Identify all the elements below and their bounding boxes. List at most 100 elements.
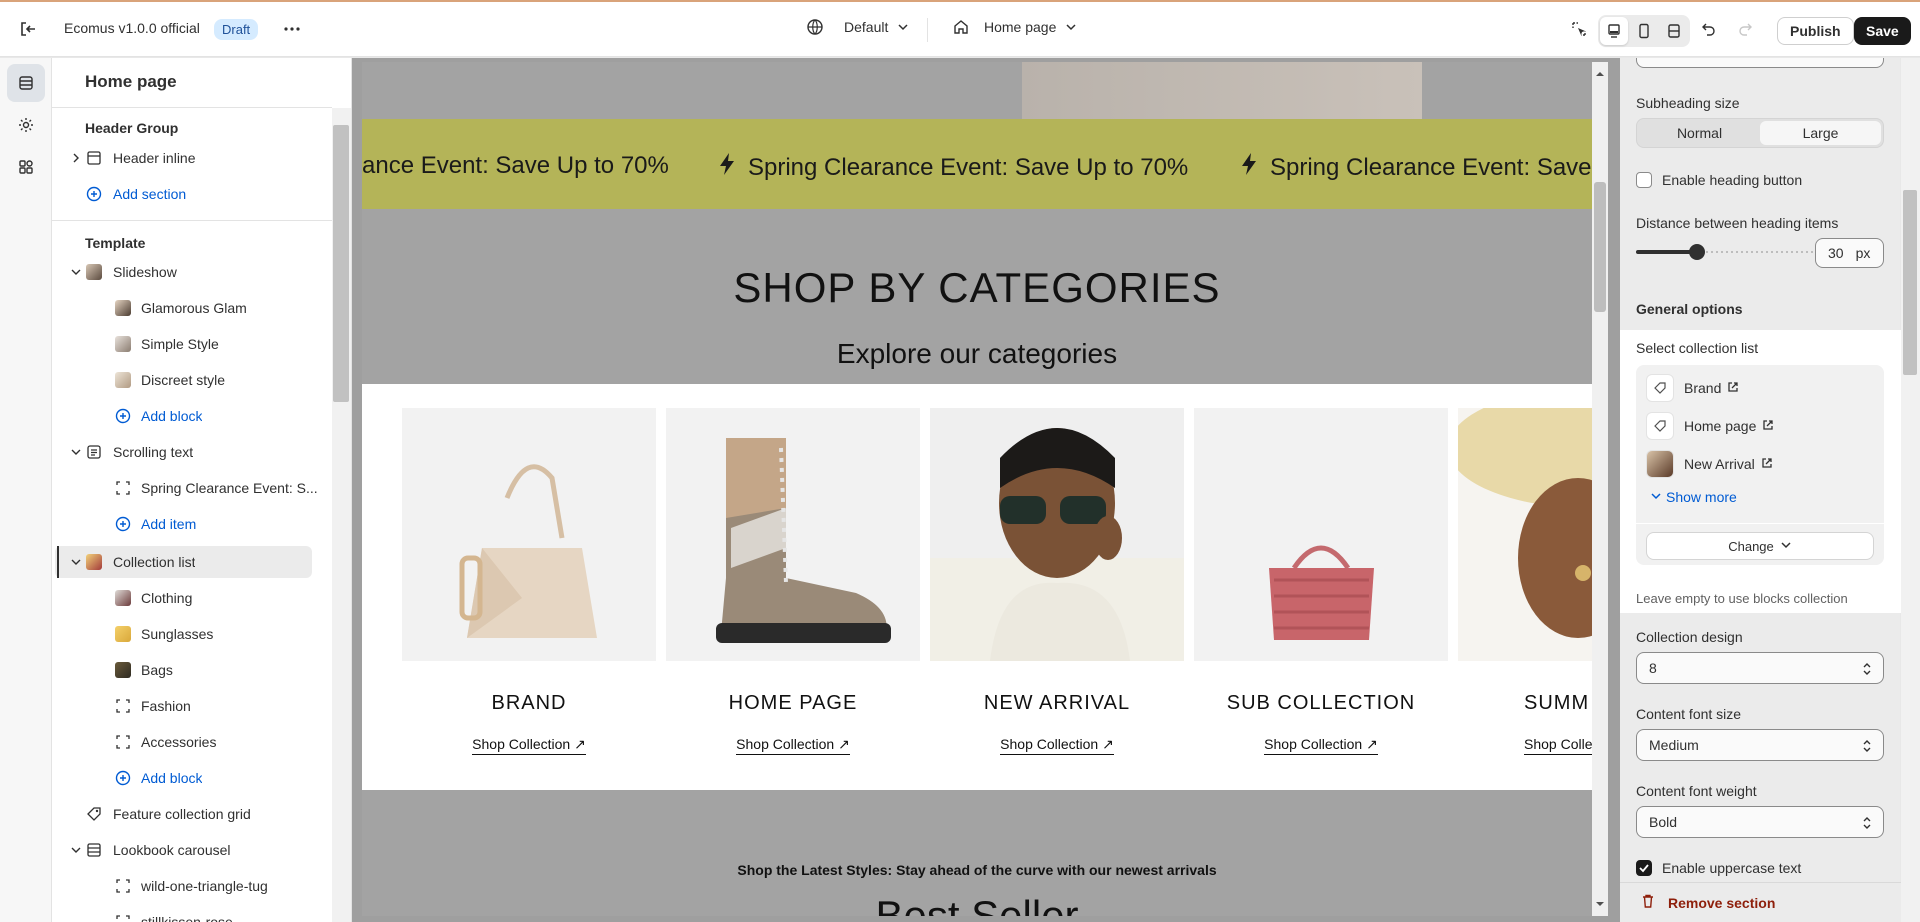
- section-row-lookbook-carousel[interactable]: Lookbook carousel: [52, 832, 332, 868]
- store-preview[interactable]: ance Event: Save Up to 70% Spring Cleara…: [362, 62, 1592, 916]
- text-section-icon: [86, 444, 102, 460]
- shop-collection-link[interactable]: Shop Collection ↗: [930, 736, 1184, 755]
- block-label: Fashion: [141, 698, 191, 714]
- block-row[interactable]: Discreet style: [52, 362, 332, 398]
- undo-icon[interactable]: [1700, 20, 1718, 38]
- marquee-text: ance Event: Save Up to 70%: [362, 152, 669, 179]
- change-button[interactable]: Change: [1646, 532, 1874, 560]
- enable-uppercase-checkbox[interactable]: Enable uppercase text: [1636, 860, 1801, 876]
- collection-design-select[interactable]: 8: [1636, 652, 1884, 684]
- collection-tag-icon: [1646, 374, 1674, 402]
- collection-card-title: SUMM: [1524, 692, 1590, 714]
- section-row-collection-list[interactable]: Collection list: [52, 544, 332, 580]
- save-button[interactable]: Save: [1854, 17, 1911, 45]
- tag-icon: [86, 806, 102, 822]
- section-row-scrolling-text[interactable]: Scrolling text: [52, 434, 332, 470]
- content-font-size-select[interactable]: Medium: [1636, 729, 1884, 761]
- block-row[interactable]: Bags: [52, 652, 332, 688]
- settings-gear-icon[interactable]: [7, 106, 45, 144]
- settings-scrollbar-thumb[interactable]: [1903, 190, 1917, 375]
- remove-section-button[interactable]: Remove section: [1620, 882, 1902, 922]
- slideshow-thumbnail: [86, 264, 102, 280]
- chevron-down-icon[interactable]: [68, 264, 84, 280]
- marquee-text: Spring Clearance Event: Save Up to 70%: [748, 153, 1189, 181]
- desktop-icon[interactable]: [1600, 17, 1628, 45]
- enable-heading-button-checkbox[interactable]: Enable heading button: [1636, 172, 1802, 188]
- collection-item-new-arrival[interactable]: New Arrival: [1646, 449, 1773, 479]
- distance-input[interactable]: 30 px: [1815, 238, 1884, 268]
- mobile-icon[interactable]: [1630, 17, 1658, 45]
- publish-button[interactable]: Publish: [1777, 17, 1854, 45]
- exit-icon[interactable]: [18, 19, 38, 39]
- block-row[interactable]: Accessories: [52, 724, 332, 760]
- divider: [927, 18, 928, 42]
- header-layout-icon: [86, 150, 102, 166]
- lightning-icon: [1240, 152, 1258, 183]
- external-link-icon[interactable]: [1762, 418, 1774, 434]
- external-link-icon[interactable]: [1761, 456, 1773, 472]
- chevron-down-icon[interactable]: [68, 842, 84, 858]
- external-link-icon[interactable]: [1727, 380, 1739, 396]
- chevron-down-icon: [1650, 489, 1662, 505]
- lightning-icon: [718, 152, 736, 183]
- collection-card-image[interactable]: [1458, 408, 1592, 661]
- shop-collection-link[interactable]: Shop Collection ↗: [666, 736, 920, 755]
- fullscreen-icon[interactable]: [1660, 17, 1688, 45]
- collection-item-brand[interactable]: Brand: [1646, 373, 1739, 403]
- chevron-right-icon[interactable]: [68, 150, 84, 166]
- size-option-normal[interactable]: Normal: [1639, 121, 1760, 145]
- block-row[interactable]: Spring Clearance Event: S...: [52, 470, 332, 506]
- show-more-button[interactable]: Show more: [1650, 489, 1737, 505]
- chevron-down-icon[interactable]: [68, 554, 84, 570]
- add-block-button[interactable]: Add block: [52, 398, 332, 434]
- link-text: Shop Collection: [472, 736, 571, 752]
- content-font-weight-select[interactable]: Bold: [1636, 806, 1884, 838]
- input-field-fragment[interactable]: [1636, 58, 1884, 68]
- scroll-down-icon[interactable]: [1592, 896, 1608, 912]
- apps-icon[interactable]: [7, 148, 45, 186]
- collection-card-image[interactable]: [666, 408, 920, 661]
- page-selector[interactable]: Home page: [952, 18, 1078, 36]
- slider-handle[interactable]: [1689, 244, 1705, 260]
- slideshow-image-fragment: [1022, 62, 1422, 119]
- settings-scrollbar[interactable]: [1901, 58, 1920, 922]
- sections-icon[interactable]: [7, 64, 45, 102]
- checkbox[interactable]: [1636, 172, 1652, 188]
- block-label: Glamorous Glam: [141, 300, 247, 316]
- section-row-feature-collection-grid[interactable]: Feature collection grid: [52, 796, 332, 832]
- marquee-item: Spring Clearance Event: Save: [1240, 152, 1592, 183]
- chevron-down-icon[interactable]: [68, 444, 84, 460]
- collection-card-image[interactable]: [1194, 408, 1448, 661]
- locale-selector[interactable]: Default: [806, 18, 910, 36]
- shop-collection-link[interactable]: Shop Collection ↗: [1194, 736, 1448, 755]
- shop-collection-link[interactable]: Shop Collection ↗: [402, 736, 656, 755]
- preview-scrollbar-thumb[interactable]: [1594, 182, 1606, 312]
- block-row[interactable]: stillkissen-rose: [52, 904, 332, 922]
- add-block-button[interactable]: Add block: [52, 760, 332, 796]
- inspector-icon[interactable]: [1570, 20, 1588, 38]
- collection-list-preview[interactable]: BRAND HOME PAGE NEW ARRIVAL SUB COLLECTI…: [362, 384, 1592, 790]
- shop-collection-link[interactable]: Shop Colle: [1458, 736, 1592, 755]
- block-row[interactable]: Sunglasses: [52, 616, 332, 652]
- page-title: Home page: [85, 72, 177, 91]
- section-row-slideshow[interactable]: Slideshow: [52, 254, 332, 290]
- more-horizontal-icon[interactable]: [282, 19, 302, 39]
- scroll-up-icon[interactable]: [1592, 66, 1608, 82]
- add-item-button[interactable]: Add item: [52, 506, 332, 542]
- section-row-header-inline[interactable]: Header inline: [52, 140, 332, 176]
- collection-card-image[interactable]: [930, 408, 1184, 661]
- block-row[interactable]: Simple Style: [52, 326, 332, 362]
- size-option-large[interactable]: Large: [1760, 121, 1881, 145]
- block-row[interactable]: Glamorous Glam: [52, 290, 332, 326]
- collection-card-image[interactable]: [402, 408, 656, 661]
- checkbox[interactable]: [1636, 860, 1652, 876]
- distance-slider[interactable]: [1636, 242, 1816, 262]
- redo-icon[interactable]: [1736, 20, 1754, 38]
- block-row[interactable]: Fashion: [52, 688, 332, 724]
- block-row[interactable]: Clothing: [52, 580, 332, 616]
- collection-item-home-page[interactable]: Home page: [1646, 411, 1774, 441]
- block-thumbnail: [115, 662, 131, 678]
- block-row[interactable]: wild-one-triangle-tug: [52, 868, 332, 904]
- add-section-button[interactable]: Add section: [52, 176, 332, 212]
- sidebar-scrollbar-thumb[interactable]: [333, 125, 349, 402]
